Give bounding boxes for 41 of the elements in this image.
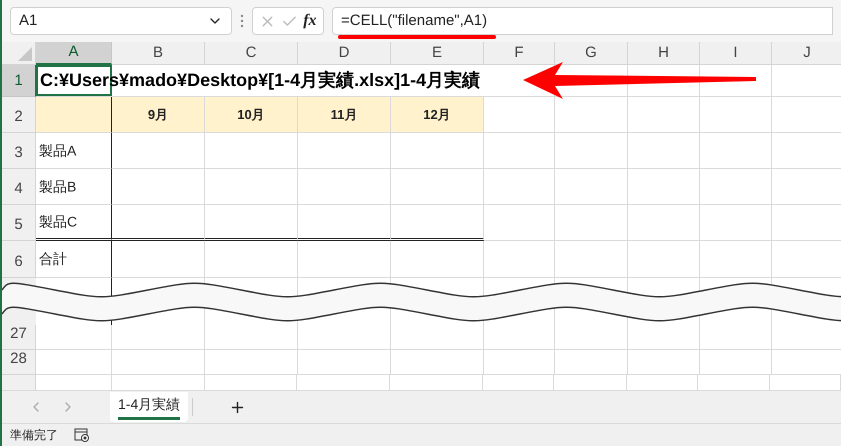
name-box[interactable]: A1 bbox=[10, 7, 232, 35]
column-header[interactable]: D bbox=[298, 42, 391, 65]
grid-cell[interactable]: 11月 bbox=[298, 97, 391, 133]
column-header[interactable]: A bbox=[36, 42, 112, 65]
grip-icon bbox=[240, 14, 244, 28]
row-header[interactable]: 2 bbox=[2, 97, 36, 133]
grid-cell[interactable]: 製品A bbox=[36, 133, 112, 169]
cell-text: 製品B bbox=[39, 177, 76, 196]
status-text: 準備完了 bbox=[10, 427, 58, 444]
grid-cell[interactable]: 製品B bbox=[36, 169, 112, 205]
column-header[interactable]: G bbox=[555, 42, 628, 65]
column-header[interactable]: C bbox=[205, 42, 298, 65]
column-header[interactable]: H bbox=[628, 42, 700, 65]
grid-cell[interactable]: 12月 bbox=[391, 97, 484, 133]
column-header[interactable]: B bbox=[112, 42, 205, 65]
grid-cell[interactable]: 9月 bbox=[112, 97, 205, 133]
column-header[interactable]: F bbox=[484, 42, 555, 65]
column-header[interactable]: J bbox=[772, 42, 841, 65]
corner-triangle-icon bbox=[18, 47, 32, 61]
arrow-icon bbox=[523, 62, 757, 99]
cell-text: 製品A bbox=[39, 141, 76, 160]
column-header[interactable]: E bbox=[391, 42, 484, 65]
cell-text: 製品C bbox=[39, 212, 78, 231]
row-header[interactable]: 28 bbox=[2, 350, 36, 375]
grid-cell[interactable]: 製品C bbox=[36, 205, 112, 241]
accessibility-icon[interactable] bbox=[74, 428, 90, 442]
row-header[interactable]: 6 bbox=[2, 241, 36, 278]
row-header[interactable]: 5 bbox=[2, 205, 36, 241]
cell-text: 合計 bbox=[39, 250, 67, 268]
row-header[interactable]: 3 bbox=[2, 133, 36, 169]
row-header[interactable]: 27 bbox=[2, 325, 36, 350]
column-header[interactable]: I bbox=[700, 42, 772, 65]
grid-cell[interactable] bbox=[36, 97, 112, 133]
row-header[interactable]: 4 bbox=[2, 169, 36, 205]
function-button[interactable]: fx bbox=[303, 9, 317, 33]
row-header[interactable] bbox=[2, 375, 36, 390]
grid-cell[interactable]: 10月 bbox=[205, 97, 298, 133]
select-all-corner[interactable] bbox=[2, 42, 36, 65]
grid-cell[interactable]: 合計 bbox=[36, 241, 112, 278]
sheet-tab[interactable]: 1-4月実績 bbox=[110, 392, 188, 422]
row-header[interactable]: 1 bbox=[2, 65, 36, 97]
